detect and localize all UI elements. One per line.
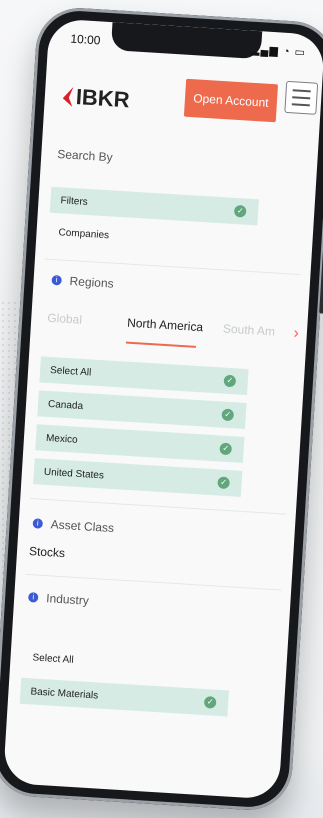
option-label: Companies — [58, 226, 110, 241]
menu-bar-icon — [292, 96, 311, 100]
regions-label: Regions — [69, 274, 115, 291]
info-icon[interactable]: i — [51, 274, 62, 286]
asset-class-label: Asset Class — [50, 517, 115, 536]
chevron-right-icon[interactable]: › — [293, 325, 299, 343]
region-tabs: Global North America South Am › — [46, 311, 299, 356]
open-account-button[interactable]: Open Account — [183, 78, 279, 123]
tab-north-america[interactable]: North America — [127, 316, 204, 335]
check-icon: ✓ — [223, 374, 237, 388]
status-time: 10:00 — [70, 31, 101, 48]
region-option-mexico[interactable]: Mexico ✓ — [35, 424, 245, 463]
ibkr-logo[interactable]: IBKR — [62, 83, 130, 113]
status-icons: ▂▄▆ ◔ ▭ — [250, 43, 307, 59]
option-label: Select All — [49, 364, 92, 378]
tab-global[interactable]: Global — [47, 311, 82, 327]
screener-content: Search By Filters ✓ Companies i Regions … — [3, 146, 317, 800]
section-divider — [25, 573, 282, 591]
section-divider — [44, 258, 301, 276]
active-tab-underline — [125, 341, 196, 348]
option-label: Basic Materials — [30, 685, 99, 702]
industry-option-select-all[interactable]: Select All — [22, 644, 231, 683]
search-by-option-filters[interactable]: Filters ✓ — [49, 186, 259, 226]
search-by-label: Search By — [56, 147, 114, 165]
option-label: United States — [43, 466, 105, 481]
info-icon[interactable]: i — [27, 592, 39, 603]
logo-text: IBKR — [75, 84, 131, 113]
phone-screen: 10:00 ▂▄▆ ◔ ▭ IBKR Open Account Search B… — [2, 18, 323, 800]
check-icon: ✓ — [233, 204, 247, 218]
check-icon: ✓ — [217, 476, 230, 490]
asset-class-value[interactable]: Stocks — [29, 544, 66, 560]
logo-mark-icon — [62, 86, 73, 107]
menu-bar-icon — [291, 103, 310, 107]
tab-south-america[interactable]: South Am — [223, 321, 276, 338]
option-label: Select All — [32, 651, 74, 666]
region-option-select-all[interactable]: Select All ✓ — [39, 356, 249, 396]
region-option-united-states[interactable]: United States ✓ — [33, 458, 243, 497]
option-label: Canada — [47, 398, 84, 412]
search-by-option-companies[interactable]: Companies — [48, 219, 257, 258]
check-icon: ✓ — [219, 442, 233, 456]
industry-label: Industry — [45, 591, 90, 608]
hamburger-menu-button[interactable] — [284, 80, 319, 115]
industry-option-basic-materials[interactable]: Basic Materials ✓ — [19, 677, 229, 717]
option-label: Mexico — [45, 432, 78, 446]
phone-device: 10:00 ▂▄▆ ◔ ▭ IBKR Open Account Search B… — [0, 5, 323, 813]
app-header: IBKR Open Account — [43, 54, 323, 141]
menu-bar-icon — [292, 89, 311, 93]
info-icon[interactable]: i — [32, 518, 44, 529]
check-icon: ✓ — [221, 408, 235, 422]
section-divider — [30, 498, 286, 515]
option-label: Filters — [60, 194, 89, 208]
region-option-canada[interactable]: Canada ✓ — [37, 390, 247, 429]
check-icon: ✓ — [203, 696, 217, 709]
